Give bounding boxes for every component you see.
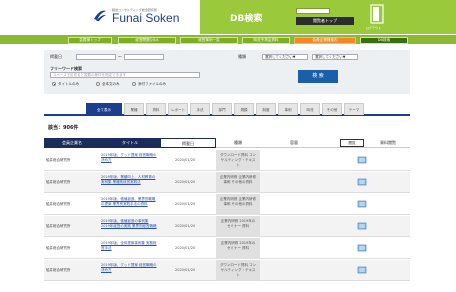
tab-case[interactable]: 事例	[278, 103, 298, 115]
document-icon[interactable]	[357, 178, 367, 186]
radio-title-only-label: タイトルのみ	[58, 82, 79, 86]
col-size[interactable]: 容量	[274, 138, 314, 148]
main-nav: 会員様トップ 経営問題Q＆A 経営事例一覧 時流予測会資料 会員企業様案内 DB…	[0, 34, 456, 44]
row-org: 船井総合研究所	[46, 180, 71, 184]
nav-item-member-top[interactable]: 会員様トップ	[68, 37, 112, 44]
document-icon[interactable]	[357, 244, 367, 252]
period-separator: 〜	[118, 54, 122, 59]
logo-area: 経営コンサルティング総合研究所 Funai Soken	[0, 0, 200, 34]
row-date: 2020/01/20	[175, 180, 196, 184]
period-label: 掲載日	[50, 54, 62, 59]
top-button[interactable]: 閲覧者トップ	[296, 17, 354, 25]
header: 経営コンサルティング総合研究所 Funai Soken DB検索 閲覧者トップ …	[0, 0, 456, 34]
row-title-link[interactable]: 2019年版、価値創造の事例集 2019年経営の実践 業界別経営戦略	[101, 219, 157, 229]
document-icon[interactable]	[357, 200, 367, 208]
period-to-input[interactable]	[124, 54, 164, 60]
funai-logo-icon	[94, 10, 106, 21]
radio-attachment-label: 添付ファイルのみ	[138, 82, 166, 86]
sort-select[interactable]: 閲覧	[340, 139, 364, 147]
row-kind: ダウンロード資料 コンサルティング・テキスト	[219, 263, 257, 277]
row-date: 2020/01/20	[175, 224, 196, 228]
radio-all-text-label: 全本文のみ	[102, 82, 120, 86]
row-date: 2020/01/20	[175, 246, 196, 250]
nav-item-qa[interactable]: 経営問題Q＆A	[118, 37, 176, 44]
document-icon[interactable]	[357, 156, 367, 164]
radio-title-only[interactable]	[52, 82, 56, 86]
row-org: 船井総合研究所	[46, 202, 71, 206]
logout-icon[interactable]	[370, 4, 384, 24]
table-row: 船井総合研究所 2019年版、業績向上、人材教育の実例集 業種別経営実践法 20…	[44, 172, 410, 193]
row-kind: 企業内研修 2019年のセミナー 資料	[220, 241, 256, 250]
row-org: 船井総合研究所	[46, 158, 71, 162]
freeword-input[interactable]: スペースで区切ると複数の条件を指定できます	[50, 72, 200, 78]
row-title-link[interactable]: 2019年版、グッド提案 経営戦略の決め方	[101, 263, 157, 273]
tab-scale[interactable]: 規模	[234, 103, 254, 115]
result-count: 該当：906件	[48, 125, 79, 131]
radio-attachment[interactable]	[132, 82, 136, 86]
tab-trend[interactable]: 時流	[300, 103, 320, 115]
tab-method[interactable]: 手法	[190, 103, 210, 115]
tab-other[interactable]: その他	[322, 103, 342, 115]
table-row: 船井総合研究所 2019年版、グッド提案 経営戦略の決め方 2020/01/20…	[44, 150, 410, 171]
category-label: 種類	[238, 54, 246, 59]
row-date: 2020/01/20	[175, 158, 196, 162]
period-from-input[interactable]	[76, 54, 116, 60]
table-row: 船井総合研究所 2019年版、グッド提案 経営戦略の決め方 2020/01/20…	[44, 260, 410, 281]
col-download: 資料閲覧	[380, 140, 396, 145]
tab-material[interactable]: 資料	[146, 103, 166, 115]
page-title: DB検索	[230, 14, 263, 24]
row-title-link[interactable]: 2019年版、グッド提案 経営戦略の決め方	[101, 153, 157, 163]
table-row: 船井総合研究所 2019年版、全体提案事例集 実務経営手法 2020/01/20…	[44, 238, 410, 259]
row-kind: 企業内研修 2019年のセミナー 資料	[220, 219, 256, 228]
row-title-link[interactable]: 2019年版、業績向上、人材教育の実例集 業種別経営実践法	[101, 175, 157, 185]
row-kind: ダウンロード資料 コンサルティング・テキスト	[219, 153, 257, 167]
row-title-link[interactable]: 2019年版、全体提案事例集 実務経営手法	[101, 241, 157, 251]
nav-item-member-guide[interactable]: 会員企業様案内	[294, 37, 356, 44]
row-kind: 企業内研修 企業内研修事例 その他の資料	[219, 175, 257, 184]
row-date: 2020/01/20	[175, 268, 196, 272]
search-button[interactable]: 検 索	[298, 70, 338, 83]
nav-item-db-search[interactable]: DB検索	[360, 37, 408, 44]
col-kind[interactable]: 種類	[216, 138, 260, 148]
table-row: 船井総合研究所 2019年版、価値創造、業界別戦略の提案 業界別実践手法の資料 …	[44, 194, 410, 215]
radio-all-text[interactable]	[96, 82, 100, 86]
row-kind: 企業内研修 企業内研修事例 その他の資料	[219, 197, 257, 206]
row-org: 船井総合研究所	[46, 268, 71, 272]
tab-industry[interactable]: 業種	[124, 103, 144, 115]
category-tabs: 全て表示 業種 資料 レポート 手法 部門 規模 制度 事例 時流 その他 テー…	[44, 100, 410, 116]
document-icon[interactable]	[357, 266, 367, 274]
table-row: 船井総合研究所 2019年版、価値創造の事例集 2019年経営の実践 業界別経営…	[44, 216, 410, 237]
category-select-1[interactable]: 選択してください▼	[262, 54, 308, 60]
tab-all[interactable]: 全て表示	[86, 103, 122, 115]
col-org[interactable]: 会員企業名	[44, 138, 100, 148]
tab-system[interactable]: 制度	[256, 103, 276, 115]
tab-report[interactable]: レポート	[168, 103, 188, 115]
logo-text[interactable]: Funai Soken	[112, 11, 179, 25]
col-date[interactable]: 掲載日	[160, 138, 216, 148]
tab-theme[interactable]: テーマ	[344, 103, 364, 115]
table-header: 会員企業名 タイトル 掲載日 種類 容量 閲覧 資料閲覧	[44, 138, 410, 148]
tab-department[interactable]: 部門	[212, 103, 232, 115]
row-title-link[interactable]: 2019年版、価値創造、業界別戦略の提案 業界別実践手法の資料	[101, 197, 157, 207]
category-select-2[interactable]: 選択してください▼	[312, 54, 358, 60]
nav-item-cases[interactable]: 経営事例一覧	[180, 37, 238, 44]
row-org: 船井総合研究所	[46, 224, 71, 228]
header-input[interactable]	[296, 8, 330, 14]
logout-label: ログアウト	[366, 26, 382, 30]
nav-item-forecast[interactable]: 時流予測会資料	[242, 37, 290, 44]
row-org: 船井総合研究所	[46, 246, 71, 250]
col-title[interactable]: タイトル	[100, 138, 160, 148]
row-date: 2020/01/20	[175, 202, 196, 206]
document-icon[interactable]	[357, 222, 367, 230]
